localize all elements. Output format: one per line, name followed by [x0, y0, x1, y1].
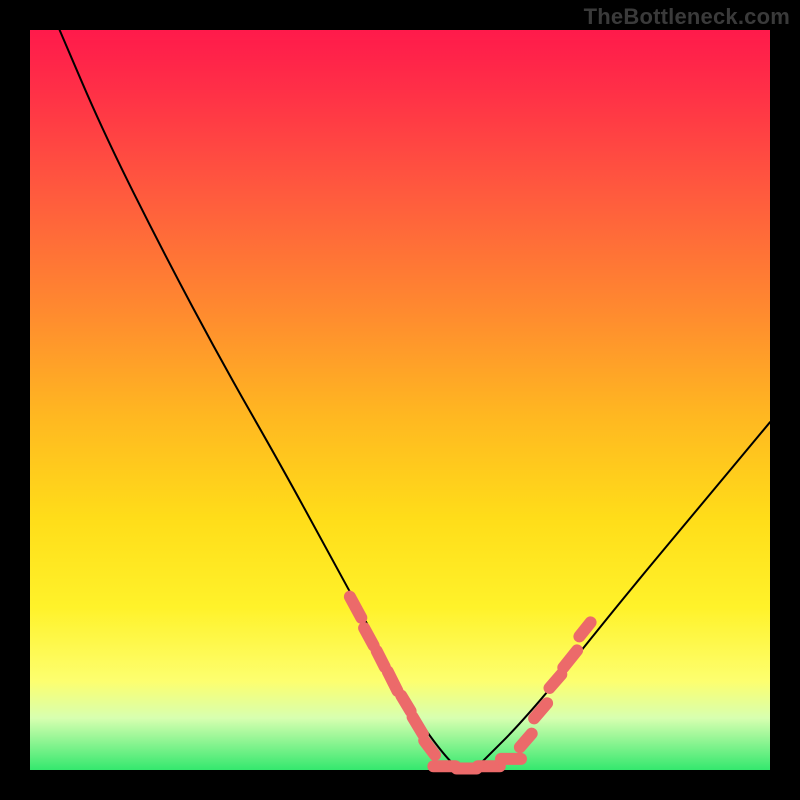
chart-frame: TheBottleneck.com — [0, 0, 800, 800]
highlight-dot — [375, 654, 386, 665]
highlight-dot — [483, 761, 494, 772]
highlight-dot — [412, 720, 423, 731]
highlight-dot — [550, 676, 561, 687]
curve-svg — [30, 30, 770, 770]
highlight-dot — [535, 705, 546, 716]
bottleneck-curve — [60, 30, 770, 770]
highlight-dot — [461, 763, 472, 774]
highlight-dot — [363, 631, 374, 642]
highlight-dot — [400, 698, 411, 709]
highlight-dot — [520, 735, 531, 746]
highlight-dot — [506, 753, 517, 764]
highlight-dashes — [350, 597, 591, 774]
highlight-dot — [580, 624, 591, 635]
highlight-dot — [350, 602, 361, 613]
watermark-text: TheBottleneck.com — [584, 4, 790, 30]
highlight-dot — [565, 654, 576, 665]
highlight-dot — [439, 761, 450, 772]
highlight-dot — [424, 742, 435, 753]
highlight-dot — [387, 676, 398, 687]
plot-area — [30, 30, 770, 770]
